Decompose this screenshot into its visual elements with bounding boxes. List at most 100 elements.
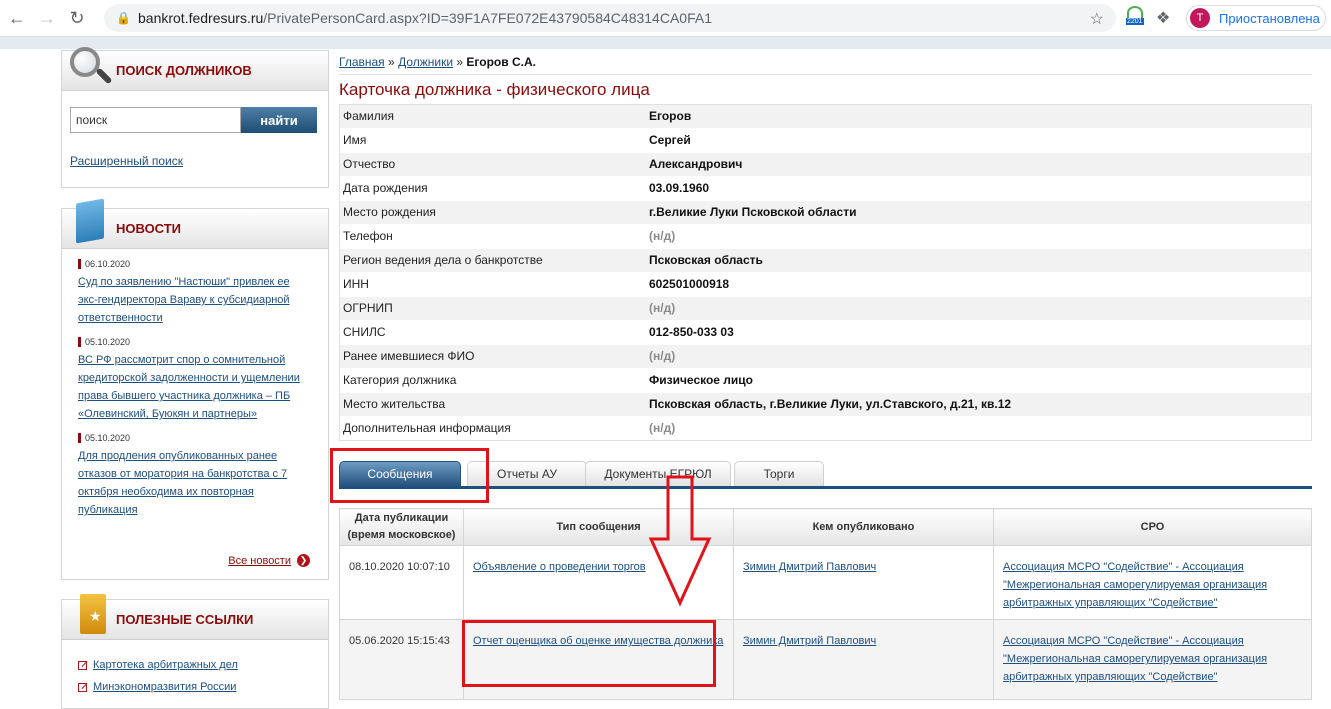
news-link[interactable]: ВС РФ рассмотрит спор о сомнительной кре… — [78, 351, 308, 423]
info-label: Место жительства — [339, 392, 645, 417]
divider — [339, 74, 1312, 75]
info-row: Регион ведения дела о банкротстве Псковск… — [339, 248, 1312, 273]
news-link[interactable]: Для продления опубликованных ранее отказ… — [78, 447, 308, 519]
message-date: 05.06.2020 15:15:43 — [339, 619, 464, 700]
url-host: bankrot.fedresurs.ru — [138, 10, 264, 26]
info-label: Имя — [339, 128, 645, 153]
info-value: 03.09.1960 — [645, 176, 1312, 201]
search-input[interactable]: поиск — [70, 107, 241, 133]
publisher-cell: Зимин Дмитрий Павлович — [733, 545, 994, 620]
info-row: ИНН 602501000918 — [339, 272, 1312, 297]
publisher-link[interactable]: Зимин Дмитрий Павлович — [743, 635, 876, 647]
breadcrumb-home-link[interactable]: Главная — [339, 55, 385, 69]
all-news-label: Все новости — [228, 554, 291, 567]
advanced-search-link[interactable]: Расширенный поиск — [70, 154, 183, 168]
magnifier-icon — [68, 45, 114, 91]
profile-button[interactable]: T Приостановлена — [1186, 5, 1326, 31]
info-label: Место рождения — [339, 200, 645, 225]
back-icon[interactable]: ← — [4, 5, 30, 31]
info-value: Егоров — [645, 104, 1312, 129]
search-box: ПОИСК ДОЛЖНИКОВ поиск найти Расширенный … — [61, 47, 329, 188]
useful-link-label: Картотека арбитражных дел — [93, 659, 238, 671]
useful-links-header: ★ ПОЛЕЗНЫЕ ССЫЛКИ — [62, 594, 328, 640]
publisher-link[interactable]: Зимин Дмитрий Павлович — [743, 561, 876, 573]
info-label: СНИЛС — [339, 320, 645, 345]
breadcrumb-debtors-link[interactable]: Должники — [398, 55, 453, 69]
notebook-star-icon: ★ — [80, 594, 106, 634]
extension-lock-icon[interactable]: 2201 — [1124, 6, 1146, 30]
breadcrumb-separator: » — [388, 55, 395, 69]
info-row: Место рождения г.Великие Луки Псковской о… — [339, 200, 1312, 225]
publisher-cell: Зимин Дмитрий Павлович — [733, 619, 994, 700]
info-row: Отчество Александрович — [339, 152, 1312, 177]
info-value: Псковская область — [645, 248, 1312, 273]
info-label: Ранее имевшиеся ФИО — [339, 344, 645, 369]
info-label: Дополнительная информация — [339, 416, 645, 441]
info-value: г.Великие Луки Псковской области — [645, 200, 1312, 225]
page-title: Карточка должника - физического лица — [339, 80, 650, 99]
annotation-highlight-tab — [330, 448, 489, 503]
news-item: 05.10.2020 Для продления опубликованных … — [78, 433, 308, 519]
search-box-title: ПОИСК ДОЛЖНИКОВ — [116, 63, 252, 78]
column-header-sro: СРО — [993, 508, 1312, 546]
news-link[interactable]: Суд по заявлению "Настюши" привлек ее эк… — [78, 273, 308, 327]
breadcrumb-current: Егоров С.А. — [466, 55, 536, 69]
info-label: Телефон — [339, 224, 645, 249]
info-label: Регион ведения дела о банкротстве — [339, 248, 645, 273]
info-value: Псковская область, г.Великие Луки, ул.Ст… — [645, 392, 1312, 417]
news-item: 06.10.2020 Суд по заявлению "Настюши" пр… — [78, 259, 308, 327]
news-item: 05.10.2020 ВС РФ рассмотрит спор о сомни… — [78, 337, 308, 423]
extensions-puzzle-icon[interactable]: ❖ — [1156, 8, 1170, 28]
lock-icon: 🔒 — [116, 11, 131, 25]
sro-link[interactable]: Ассоциация МСРО "Содействие" - Ассоциаци… — [1003, 635, 1267, 683]
all-news-link[interactable]: Все новости ❯ — [228, 554, 310, 567]
news-date: 05.10.2020 — [78, 337, 308, 347]
info-label: Отчество — [339, 152, 645, 177]
useful-link-label: Минэкономразвития России — [93, 681, 237, 693]
forward-icon[interactable]: → — [34, 5, 60, 31]
search-button[interactable]: найти — [241, 107, 317, 133]
sro-cell: Ассоциация МСРО "Содействие" - Ассоциаци… — [993, 545, 1312, 620]
annotation-arrow-icon — [648, 475, 712, 607]
arrow-right-icon: ❯ — [297, 554, 310, 567]
news-box-title: НОВОСТИ — [116, 221, 182, 236]
news-box-header: НОВОСТИ — [62, 198, 328, 249]
breadcrumb-separator: » — [456, 55, 464, 69]
info-row: Дата рождения 03.09.1960 — [339, 176, 1312, 201]
info-label: Категория должника — [339, 368, 645, 393]
site-top-band — [0, 37, 1331, 49]
search-box-header: ПОИСК ДОЛЖНИКОВ — [62, 47, 328, 91]
external-link-icon — [78, 660, 87, 670]
extension-badge: 2201 — [1126, 18, 1144, 25]
info-row: СНИЛС 012-850-033 03 — [339, 320, 1312, 345]
info-row: Телефон (н/д) — [339, 224, 1312, 249]
info-row: Место жительства Псковская область, г.Вел… — [339, 392, 1312, 417]
message-date: 08.10.2020 10:07:10 — [339, 545, 464, 620]
info-row: ОГРНИП (н/д) — [339, 296, 1312, 321]
info-value: (н/д) — [645, 224, 1312, 249]
info-value: Александрович — [645, 152, 1312, 177]
profile-status: Приостановлена — [1219, 10, 1320, 26]
table-row: 08.10.2020 10:07:10 Объявление о проведе… — [339, 545, 1312, 620]
useful-link[interactable]: Минэкономразвития России — [78, 676, 328, 698]
news-date: 05.10.2020 — [78, 433, 308, 443]
info-row: Фамилия Егоров — [339, 104, 1312, 129]
bookmark-star-icon[interactable]: ☆ — [1090, 9, 1104, 29]
sro-link[interactable]: Ассоциация МСРО "Содействие" - Ассоциаци… — [1003, 561, 1267, 609]
info-label: ИНН — [339, 272, 645, 297]
newspaper-icon — [76, 198, 104, 244]
news-date: 06.10.2020 — [78, 259, 308, 269]
useful-link[interactable]: Картотека арбитражных дел — [78, 654, 328, 676]
external-link-icon — [78, 682, 87, 692]
address-bar[interactable]: 🔒 bankrot.fedresurs.ru/PrivatePersonCard… — [104, 4, 1116, 32]
info-row: Имя Сергей — [339, 128, 1312, 153]
useful-links-title: ПОЛЕЗНЫЕ ССЫЛКИ — [116, 612, 254, 627]
breadcrumb: Главная » Должники » Егоров С.А. — [339, 55, 536, 69]
browser-toolbar: ← → ↻ 🔒 bankrot.fedresurs.ru/PrivatePers… — [0, 0, 1331, 37]
url-path: /PrivatePersonCard.aspx?ID=39F1A7FE072E4… — [263, 10, 712, 26]
tab-auctions[interactable]: Торги — [734, 461, 824, 486]
message-type-link[interactable]: Объявление о проведении торгов — [473, 561, 646, 573]
info-value: 012-850-033 03 — [645, 320, 1312, 345]
reload-icon[interactable]: ↻ — [64, 5, 90, 31]
info-label: Дата рождения — [339, 176, 645, 201]
